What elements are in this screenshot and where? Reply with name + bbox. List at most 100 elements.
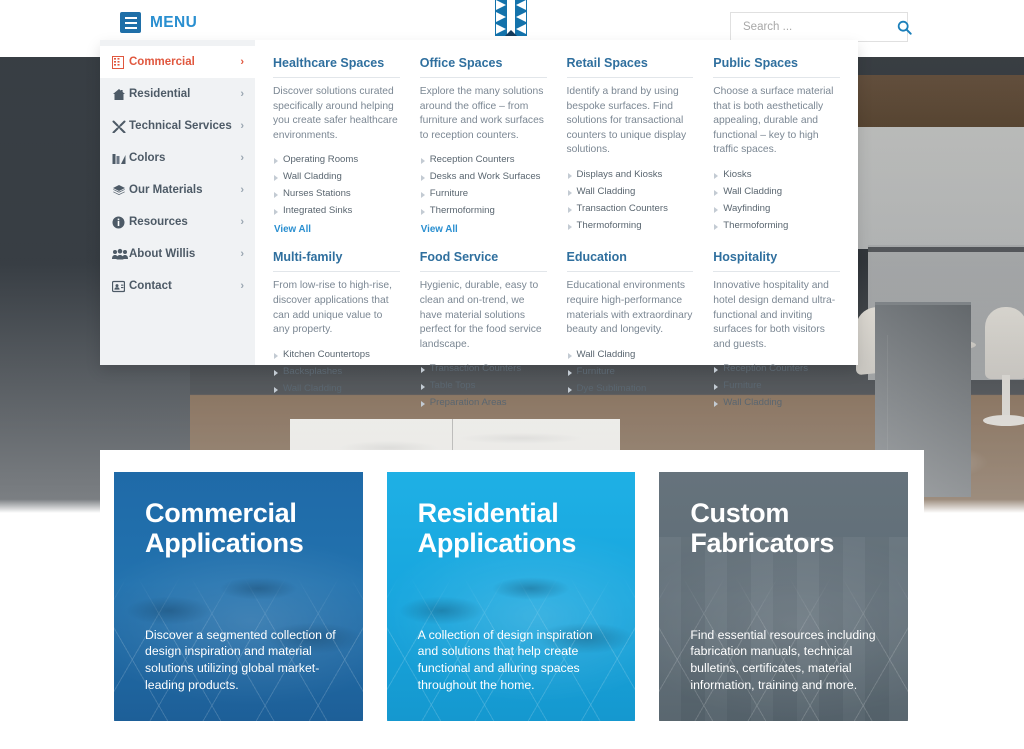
menu-toggle-button[interactable]: MENU: [120, 12, 197, 33]
users-icon: [112, 248, 129, 261]
sidebar-item-technical-services[interactable]: Technical Services ›: [100, 110, 255, 142]
list-item[interactable]: Operating Rooms: [273, 151, 400, 168]
list-item[interactable]: Wall Cladding: [567, 346, 694, 363]
search-input[interactable]: [731, 21, 897, 33]
column-title: Hospitality: [713, 250, 840, 273]
sidebar-item-label: Contact: [129, 280, 172, 292]
layers-icon: [112, 184, 129, 197]
list-item[interactable]: Thermoforming: [567, 217, 694, 234]
chevron-right-icon: ›: [240, 56, 244, 68]
list-item[interactable]: Kiosks: [713, 166, 840, 183]
column-description: Explore the many solutions around the of…: [419, 86, 544, 141]
list-item[interactable]: Table Tops: [420, 377, 547, 394]
sidebar-item-resources[interactable]: Resources ›: [100, 206, 255, 238]
column-title: Education: [566, 250, 694, 273]
sidebar-item-commercial[interactable]: Commercial ›: [100, 46, 255, 78]
card-title: Custom Fabricators: [659, 472, 908, 558]
chevron-right-icon: ›: [240, 248, 244, 260]
menu-label: MENU: [150, 13, 198, 31]
column-title: Multi-family: [273, 250, 400, 273]
building-icon: [112, 55, 129, 69]
column-title: Healthcare Spaces: [273, 56, 400, 78]
list-item[interactable]: Transaction Counters: [420, 360, 547, 377]
hamburger-icon: [120, 12, 141, 33]
column-description: Educational environments require high-pe…: [566, 280, 693, 336]
search-icon: [897, 20, 912, 35]
promo-card-residential-applications[interactable]: Residential Applications A collection of…: [386, 472, 636, 721]
column-links: Kiosks Wall Cladding Wayfinding Thermofo…: [713, 166, 840, 234]
list-item[interactable]: Wall Cladding: [273, 168, 400, 185]
list-item[interactable]: Nurses Stations: [273, 185, 400, 202]
list-item[interactable]: Integrated Sinks: [273, 202, 400, 219]
mega-column-public-spaces: Public Spaces Choose a surface material …: [713, 52, 840, 237]
list-item[interactable]: Wall Cladding: [713, 394, 840, 411]
sidebar-item-label: Technical Services: [129, 120, 232, 132]
list-item[interactable]: Wall Cladding: [273, 380, 400, 397]
sidebar-item-about-willis[interactable]: About Willis ›: [100, 238, 255, 270]
card-description: Find essential resources including fabri…: [690, 627, 876, 693]
column-links: Kitchen Countertops Backsplashes Wall Cl…: [273, 346, 400, 397]
chevron-right-icon: ›: [240, 280, 244, 292]
list-item[interactable]: Thermoforming: [420, 202, 547, 219]
willis-logo[interactable]: [485, 0, 537, 40]
top-bar: MENU: [100, 0, 924, 42]
sidebar-item-colors[interactable]: Colors ›: [100, 142, 255, 174]
sidebar-item-contact[interactable]: Contact ›: [100, 270, 255, 302]
sidebar-item-our-materials[interactable]: Our Materials ›: [100, 174, 255, 206]
column-description: Innovative hospitality and hotel design …: [713, 280, 836, 350]
column-description: Choose a surface material that is both a…: [713, 86, 834, 156]
list-item[interactable]: Furniture: [567, 363, 694, 380]
list-item[interactable]: Wall Cladding: [567, 183, 694, 200]
search-bar[interactable]: [730, 12, 912, 42]
promo-cards-section: Commercial Applications Discover a segme…: [100, 450, 924, 749]
list-item[interactable]: Furniture: [713, 377, 840, 394]
mega-menu: Commercial › Residential › Technical Ser…: [100, 40, 858, 408]
column-description: Discover solutions curated specifically …: [273, 86, 398, 141]
card-title: Commercial Applications: [114, 472, 363, 558]
column-description: From low-rise to high-rise, discover app…: [273, 280, 393, 336]
list-item[interactable]: Kitchen Countertops: [273, 346, 400, 363]
tools-icon: [112, 120, 129, 133]
list-item[interactable]: Thermoforming: [713, 217, 840, 234]
card-title-line2: Applications: [145, 528, 304, 559]
chevron-right-icon: ›: [240, 120, 244, 132]
column-links: Operating Rooms Wall Cladding Nurses Sta…: [273, 151, 400, 219]
view-all-link[interactable]: View All: [421, 224, 458, 235]
sidebar-item-label: Commercial: [129, 56, 195, 68]
swatch-icon: [112, 152, 129, 165]
list-item[interactable]: Preparation Areas: [420, 394, 547, 411]
column-links: Wall Cladding Furniture Dye Sublimation: [567, 346, 694, 397]
list-item[interactable]: Furniture: [420, 185, 547, 202]
search-button[interactable]: [897, 13, 912, 41]
column-title: Retail Spaces: [566, 56, 694, 78]
column-description: Hygienic, durable, easy to clean and on-…: [419, 280, 542, 350]
chevron-right-icon: ›: [240, 216, 244, 228]
list-item[interactable]: Reception Counters: [713, 360, 840, 377]
promo-card-custom-fabricators[interactable]: Custom Fabricators Find essential resour…: [659, 472, 909, 721]
mega-menu-panel: Healthcare Spaces Discover solutions cur…: [255, 40, 858, 408]
mega-column-office-spaces: Office Spaces Explore the many solutions…: [419, 52, 547, 237]
column-links: Reception Counters Desks and Work Surfac…: [420, 151, 547, 219]
column-links: Transaction Counters Table Tops Preparat…: [420, 360, 547, 411]
card-title-line2: Fabricators: [690, 528, 835, 559]
list-item[interactable]: Wayfinding: [713, 200, 840, 217]
list-item[interactable]: Wall Cladding: [713, 183, 840, 200]
card-title: Residential Applications: [387, 472, 636, 558]
mega-column-education: Education Educational environments requi…: [566, 237, 694, 411]
card-title-line1: Custom: [690, 498, 790, 528]
chevron-right-icon: ›: [240, 184, 244, 196]
mega-column-hospitality: Hospitality Innovative hospitality and h…: [713, 237, 840, 411]
list-item[interactable]: Reception Counters: [420, 151, 547, 168]
promo-card-commercial-applications[interactable]: Commercial Applications Discover a segme…: [114, 472, 363, 721]
list-item[interactable]: Dye Sublimation: [567, 380, 694, 397]
chevron-right-icon: ›: [240, 88, 244, 100]
column-links: Displays and Kiosks Wall Cladding Transa…: [567, 166, 694, 234]
list-item[interactable]: Displays and Kiosks: [567, 166, 694, 183]
list-item[interactable]: Backsplashes: [273, 363, 400, 380]
list-item[interactable]: Desks and Work Surfaces: [420, 168, 547, 185]
list-item[interactable]: Transaction Counters: [567, 200, 694, 217]
sidebar-item-label: Resources: [129, 216, 188, 228]
card-description: A collection of design inspiration and s…: [417, 627, 593, 693]
view-all-link[interactable]: View All: [274, 224, 311, 235]
sidebar-item-residential[interactable]: Residential ›: [100, 78, 255, 110]
